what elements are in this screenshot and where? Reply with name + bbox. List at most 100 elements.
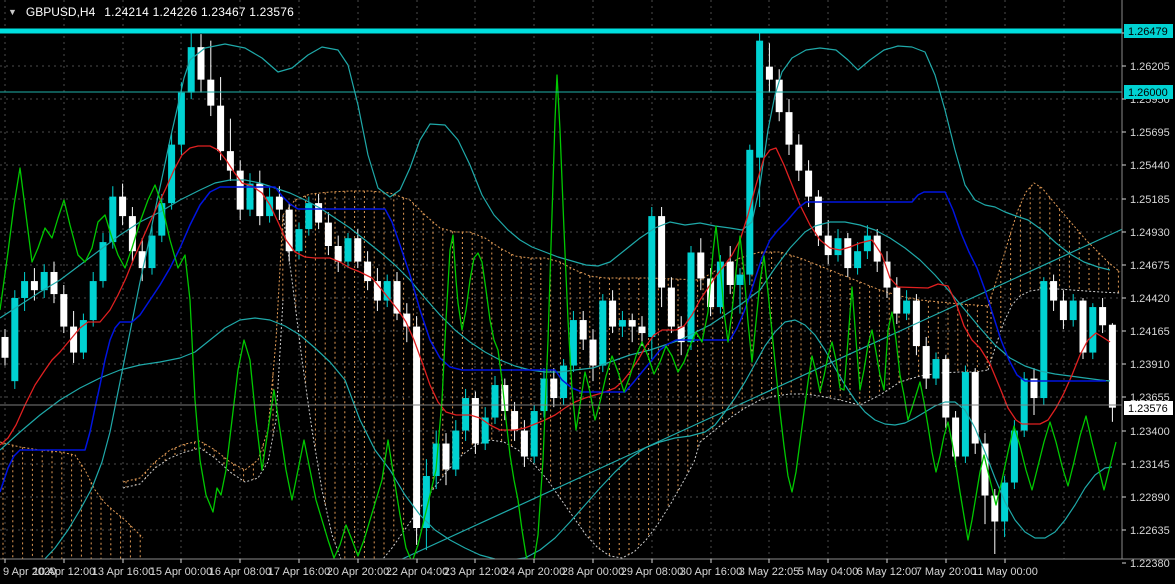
price-tick-label: 1.25695: [1130, 127, 1170, 139]
candle: [1010, 430, 1018, 483]
band-middle-line: [0, 179, 1111, 382]
ohlc-values: 1.24214 1.24226 1.23467 1.23576: [104, 5, 295, 19]
candle: [942, 359, 950, 418]
time-tick-label: 5 May 04:00: [798, 566, 859, 578]
price-tick-label: 1.22635: [1130, 525, 1170, 537]
candle: [726, 261, 734, 285]
candle: [413, 326, 421, 529]
candle: [775, 79, 783, 113]
candle: [844, 238, 852, 269]
candle: [569, 320, 577, 366]
candle: [60, 294, 68, 327]
ichimoku-cloud: [0, 182, 1121, 577]
candle: [638, 326, 646, 334]
time-tick-label: 7 May 20:00: [916, 566, 977, 578]
candle: [520, 430, 528, 457]
time-tick-label: 6 May 12:00: [857, 566, 918, 578]
candle: [736, 274, 744, 285]
time-tick-label: 24 Apr 20:00: [503, 566, 565, 578]
time-tick-label: 29 Apr 08:00: [621, 566, 683, 578]
candle: [109, 196, 117, 243]
candle: [491, 385, 499, 418]
candle: [746, 149, 754, 275]
price-tick-label: 1.23910: [1130, 359, 1170, 371]
candle: [207, 79, 215, 106]
candle: [922, 346, 930, 379]
time-tick-label: 15 Apr 00:00: [150, 566, 212, 578]
candle: [1108, 324, 1116, 408]
candle: [795, 144, 803, 171]
candle: [805, 170, 813, 197]
time-tick-label: 13 Apr 16:00: [92, 566, 154, 578]
candle: [442, 443, 450, 470]
time-tick-label: 20 Apr 20:00: [327, 566, 389, 578]
price-badge-label: 1.23576: [1128, 403, 1168, 415]
candle: [667, 287, 675, 327]
candle: [89, 281, 97, 321]
time-tick-label: 10 Apr 12:00: [33, 566, 95, 578]
price-tick-label: 1.23145: [1130, 459, 1170, 471]
candle: [266, 196, 274, 217]
band-lower-line: [0, 317, 1113, 561]
mt4-chart-window: ▼ GBPUSD,H4 1.24214 1.24226 1.23467 1.23…: [0, 0, 1175, 584]
candle: [609, 300, 617, 327]
candle: [295, 229, 303, 252]
candle: [511, 411, 519, 431]
candle: [217, 105, 225, 152]
time-tick-label: 3 May 22:05: [739, 566, 800, 578]
candle: [697, 252, 705, 279]
time-tick-label: 23 Apr 12:00: [444, 566, 506, 578]
candle: [785, 112, 793, 145]
candle: [648, 216, 656, 337]
symbol-period-label: GBPUSD,H4: [25, 5, 96, 19]
price-tick-label: 1.24930: [1130, 227, 1170, 239]
candle: [599, 300, 607, 366]
candle: [530, 411, 538, 457]
candle: [30, 281, 38, 291]
candle: [756, 40, 764, 158]
price-tick-label: 1.24420: [1130, 293, 1170, 305]
grid: [0, 0, 1122, 564]
candle: [21, 281, 29, 298]
candle: [1050, 281, 1058, 301]
candle: [158, 203, 166, 236]
candle: [550, 378, 558, 399]
indicator-lines: [0, 43, 1128, 571]
candle: [932, 359, 940, 379]
candle: [765, 66, 773, 80]
candle: [618, 320, 626, 327]
candle: [148, 235, 156, 269]
candle: [1059, 300, 1067, 321]
time-tick-label: 17 Apr 16:00: [268, 566, 330, 578]
candle: [354, 238, 362, 262]
time-tick-label: 30 Apr 16:00: [680, 566, 742, 578]
price-tick-label: 1.23400: [1130, 426, 1170, 438]
candle: [383, 281, 391, 301]
symbol-dropdown-icon[interactable]: ▼: [8, 7, 17, 17]
price-tick-label: 1.25185: [1130, 194, 1170, 206]
price-tick-label: 1.24675: [1130, 260, 1170, 272]
price-badge-label: 1.26479: [1128, 26, 1168, 38]
candle: [364, 261, 372, 282]
candle: [275, 196, 283, 210]
candle: [834, 238, 842, 256]
candle: [452, 430, 460, 470]
chart-canvas[interactable]: 1.264601.262051.259501.256951.254401.251…: [0, 0, 1175, 584]
candle: [324, 222, 332, 246]
candle: [687, 252, 695, 343]
candle: [1069, 300, 1077, 321]
price-tick-label: 1.25440: [1130, 160, 1170, 172]
candle: [119, 196, 127, 217]
candle: [187, 47, 195, 93]
candle: [305, 203, 313, 230]
price-badge-label: 1.26000: [1128, 87, 1168, 99]
price-levels: [0, 28, 1122, 406]
candle: [863, 235, 871, 252]
kijun-blue-line: [0, 186, 1106, 493]
time-tick-label: 22 Apr 04:00: [386, 566, 448, 578]
candle: [1, 336, 9, 358]
time-tick-label: 28 Apr 00:00: [562, 566, 624, 578]
time-tick-label: 16 Apr 08:00: [209, 566, 271, 578]
candle: [893, 287, 901, 314]
candle: [903, 300, 911, 314]
